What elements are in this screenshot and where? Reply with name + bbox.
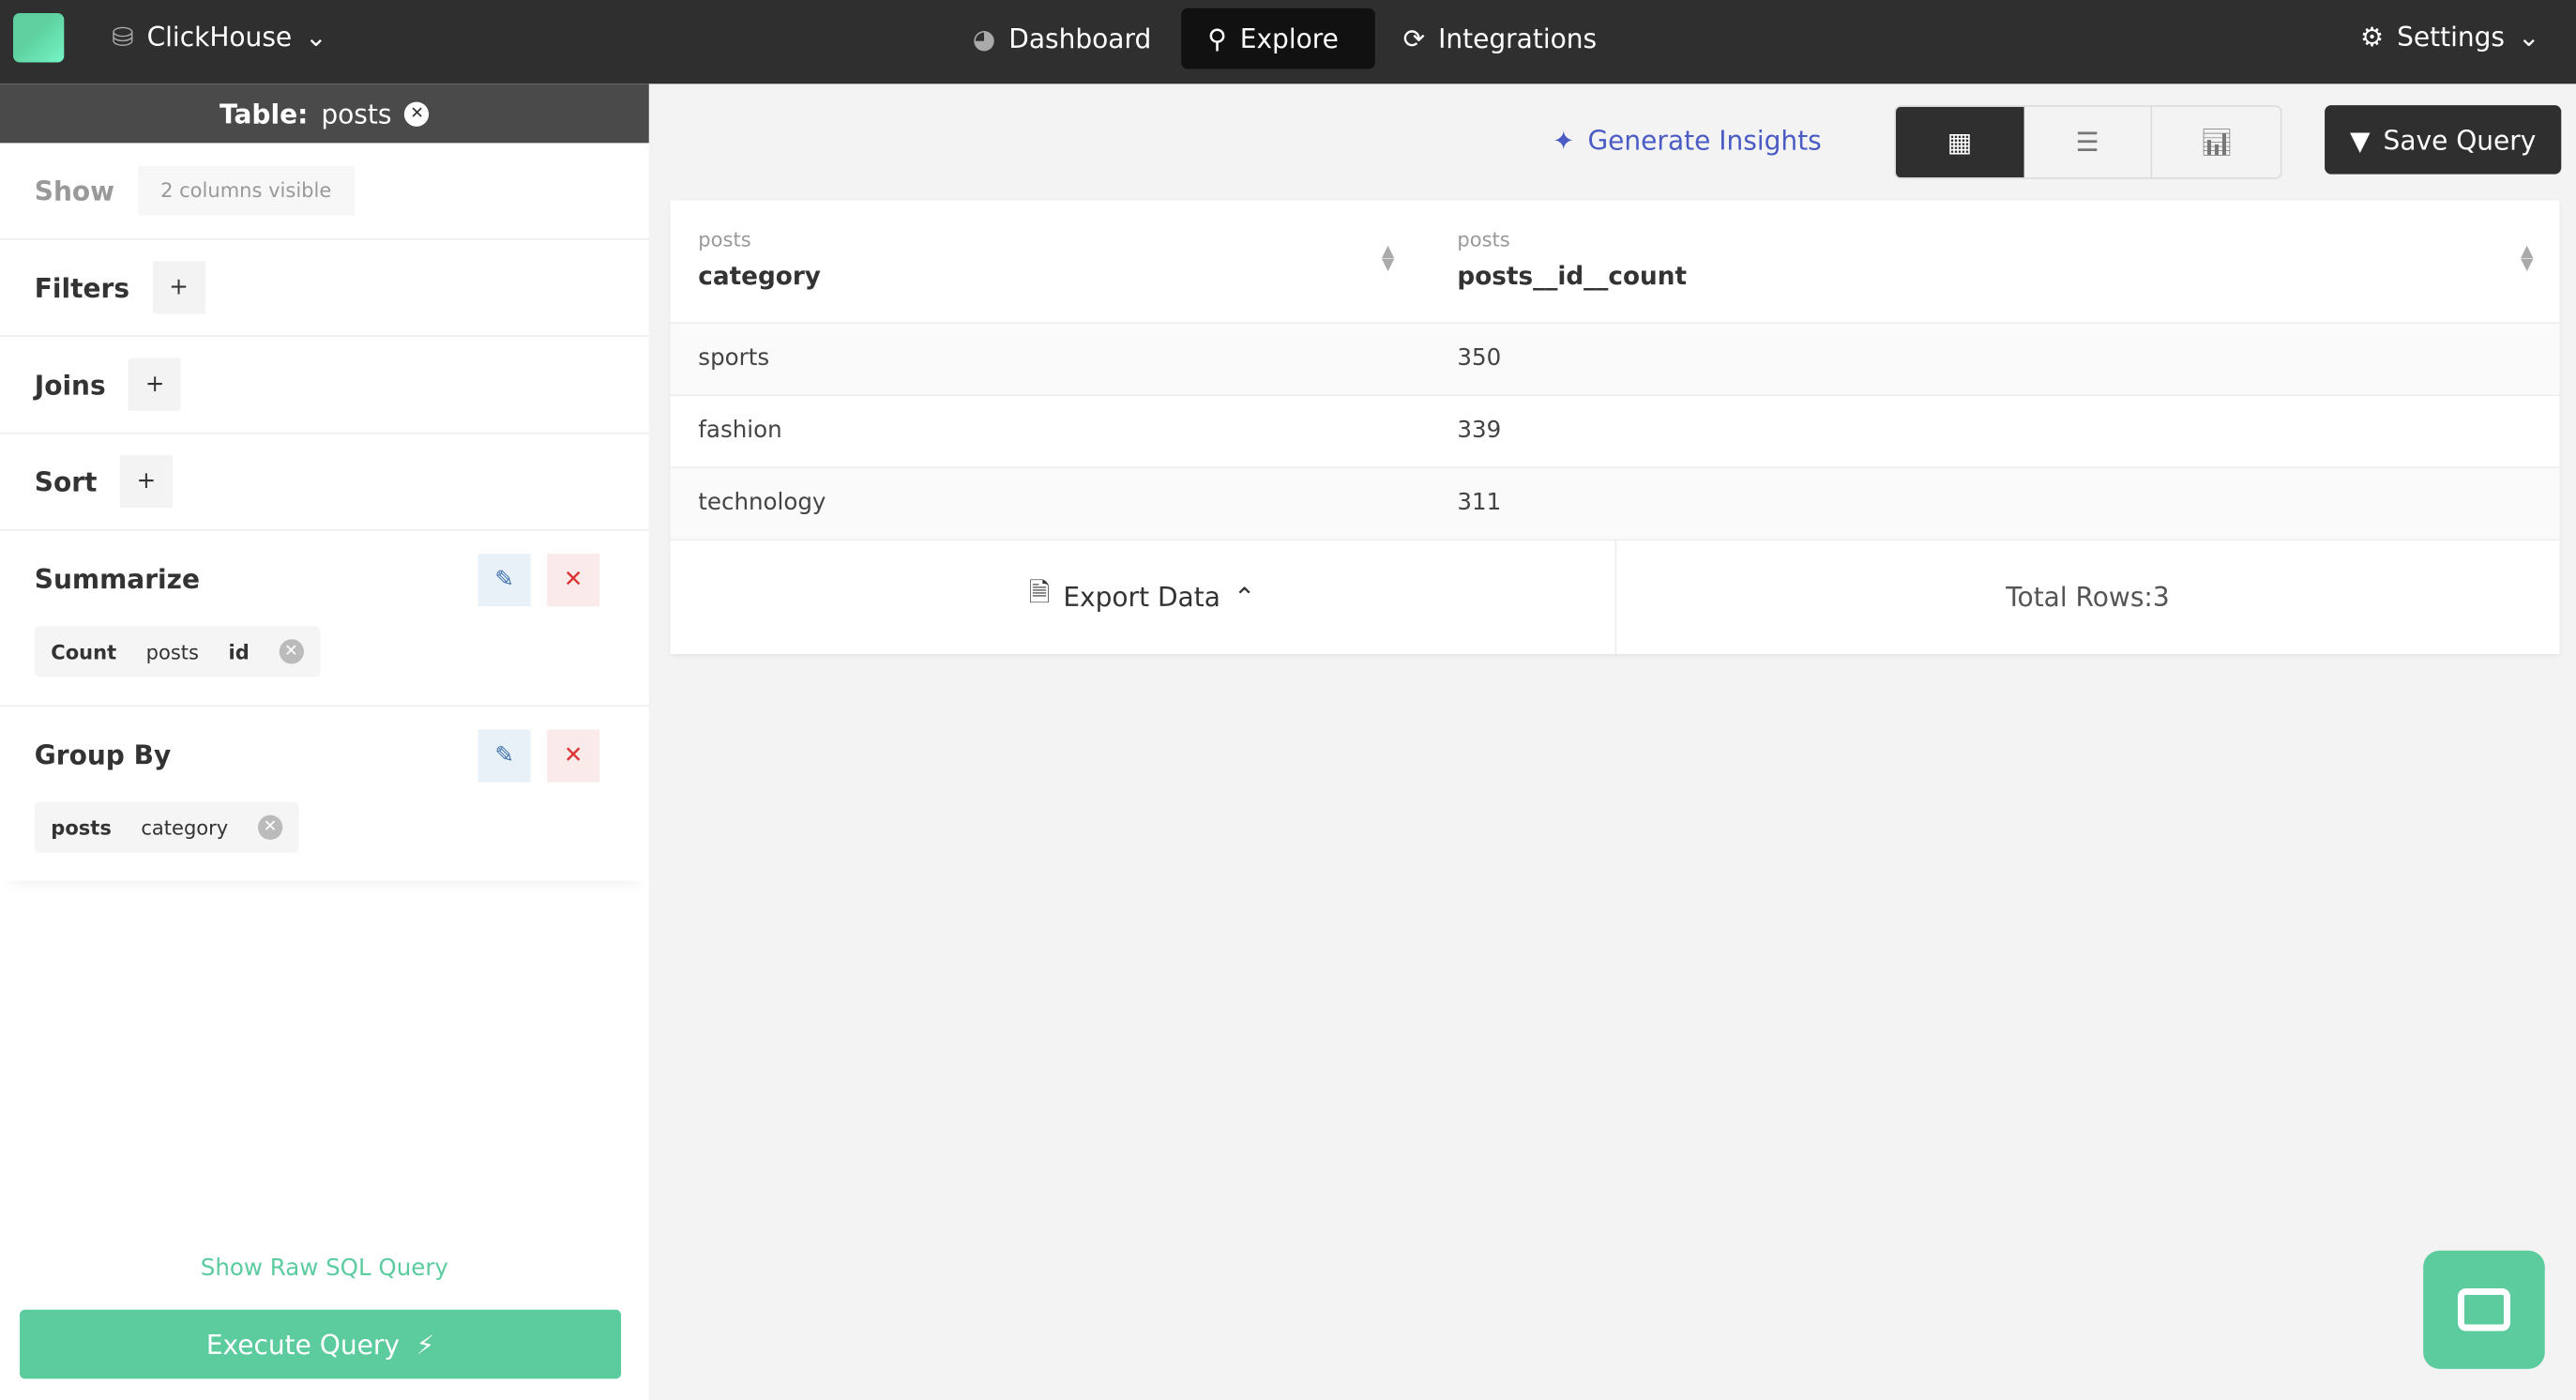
show-raw-sql-link[interactable]: Show Raw SQL Query [0, 1255, 649, 1282]
settings-menu[interactable]: ⚙ Settings ⌄ [2360, 22, 2540, 53]
results-table: posts category ▲ ▼ posts posts__id__count ▲… [670, 200, 2560, 655]
nav-explore[interactable]: ⚲ Explore [1181, 8, 1375, 69]
cell: technology [698, 489, 826, 516]
show-label: Show [34, 175, 115, 206]
dashboard-icon: ◕ [972, 23, 996, 54]
bar-chart-icon: 📊︎ [2200, 126, 2234, 159]
nav-label: Explore [1239, 23, 1339, 54]
pill-agg: Count [51, 640, 117, 663]
table-header: Table: posts ✕ [0, 84, 649, 144]
table-icon: ▦ [1947, 126, 1973, 159]
table-view-button[interactable]: ▦ [1896, 106, 2024, 178]
chat-bubble-icon [2457, 1288, 2510, 1332]
nav-label: Dashboard [1008, 23, 1152, 54]
remove-icon[interactable]: ✕ [279, 639, 304, 664]
cell: 339 [1457, 417, 1502, 444]
pill-column: category [141, 815, 229, 840]
list-view-button[interactable]: ☰ [2023, 106, 2153, 178]
group-by-label: Group By [34, 738, 172, 770]
view-toggle: ▦ ☰ 📊︎ [1894, 105, 2282, 179]
cell: fashion [698, 417, 782, 444]
table-name: posts [321, 98, 392, 129]
cell: 350 [1457, 344, 1502, 372]
save-label: Save Query [2383, 124, 2537, 156]
sparkle-icon: ✦ [1552, 125, 1575, 157]
pill-table: posts [51, 815, 112, 840]
cell: sports [698, 344, 770, 372]
execute-label: Execute Query [205, 1328, 400, 1361]
save-query-button[interactable]: ▼ Save Query [2325, 105, 2562, 175]
joins-label: Joins [34, 369, 106, 401]
pill-column: id [228, 640, 250, 663]
pill-table: posts [145, 640, 199, 663]
columns-visible-selector[interactable]: 2 columns visible [137, 165, 355, 216]
table-header-row: posts category ▲ ▼ posts posts__id__count ▲… [670, 201, 2560, 325]
remove-icon[interactable]: ✕ [257, 814, 283, 840]
datasource-name: ClickHouse [146, 21, 293, 53]
csv-file-icon: 🗎︎ [1028, 576, 1051, 608]
app-logo[interactable] [13, 13, 65, 63]
nav-integrations[interactable]: ⟳ Integrations [1377, 8, 1624, 69]
add-filter-button[interactable]: + [152, 261, 205, 314]
column-name: posts__id__count [1457, 261, 1688, 291]
search-icon: ⚲ [1207, 23, 1227, 54]
table-body: sports 350 fashion 339 technology 311 [670, 324, 2560, 541]
close-icon[interactable]: ✕ [404, 100, 430, 126]
column-table: posts [1457, 228, 1510, 251]
edit-summarize-button[interactable]: ✎ [477, 554, 531, 607]
summarize-label: Summarize [34, 562, 200, 595]
group-by-pill[interactable]: posts category ✕ [34, 801, 299, 853]
list-icon: ☰ [2075, 126, 2099, 159]
gear-icon: ⚙ [2359, 21, 2385, 53]
column-header[interactable]: posts category [698, 228, 821, 291]
execute-query-button[interactable]: Execute Query ⚡︎ [20, 1309, 621, 1379]
results-panel: ✦ Generate Insights ▦ ☰ 📊︎ ▼ Save Query po… [651, 84, 2576, 1400]
add-sort-button[interactable]: + [119, 455, 173, 509]
total-rows: Total Rows:3 [2006, 581, 2170, 614]
remove-group-by-button[interactable]: ✕ [547, 729, 600, 783]
table-row: sports 350 [670, 324, 2560, 397]
table-label: Table: [220, 98, 309, 129]
sort-icon[interactable]: ▲ ▼ [1382, 244, 1394, 274]
settings-label: Settings [2397, 21, 2506, 53]
edit-group-by-button[interactable]: ✎ [477, 729, 531, 783]
export-label: Export Data [1063, 581, 1220, 614]
datasource-selector[interactable]: ⛁ ClickHouse ⌄ [112, 22, 327, 53]
sort-label: Sort [34, 465, 98, 497]
add-join-button[interactable]: + [129, 358, 182, 411]
chevron-up-icon: ⌃ [1233, 581, 1256, 614]
nav-dashboard[interactable]: ◕ Dashboard [947, 8, 1178, 69]
filter-icon: ▼ [2349, 124, 2371, 156]
chart-view-button[interactable]: 📊︎ [2153, 107, 2281, 177]
remove-summarize-button[interactable]: ✕ [547, 554, 600, 607]
summarize-pill[interactable]: Count posts id ✕ [34, 626, 321, 677]
query-builder-sidebar: Table: posts ✕ Show 2 columns visible Filte… [0, 84, 649, 1400]
chevron-down-icon: ⌄ [305, 21, 327, 53]
chat-button[interactable] [2423, 1250, 2545, 1369]
column-header[interactable]: posts posts__id__count [1457, 228, 1687, 291]
cell: 311 [1457, 489, 1502, 516]
table-row: technology 311 [670, 468, 2560, 541]
column-name: category [698, 261, 821, 291]
refresh-icon: ⟳ [1402, 23, 1426, 54]
insights-label: Generate Insights [1587, 125, 1822, 157]
filters-label: Filters [34, 271, 130, 304]
export-data-button[interactable]: 🗎︎ Export Data ⌃ [671, 540, 1616, 655]
lightning-icon: ⚡︎ [416, 1328, 435, 1361]
top-nav: ⛁ ClickHouse ⌄ ◕ Dashboard ⚲ Explore ⟳ Integr… [0, 0, 2576, 84]
chevron-down-icon: ⌄ [2518, 21, 2540, 53]
column-table: posts [698, 228, 751, 251]
table-row: fashion 339 [670, 396, 2560, 469]
sort-icon[interactable]: ▲ ▼ [2521, 244, 2533, 274]
nav-label: Integrations [1438, 23, 1598, 54]
database-icon: ⛁ [112, 21, 134, 53]
generate-insights-button[interactable]: ✦ Generate Insights [1553, 125, 1822, 156]
